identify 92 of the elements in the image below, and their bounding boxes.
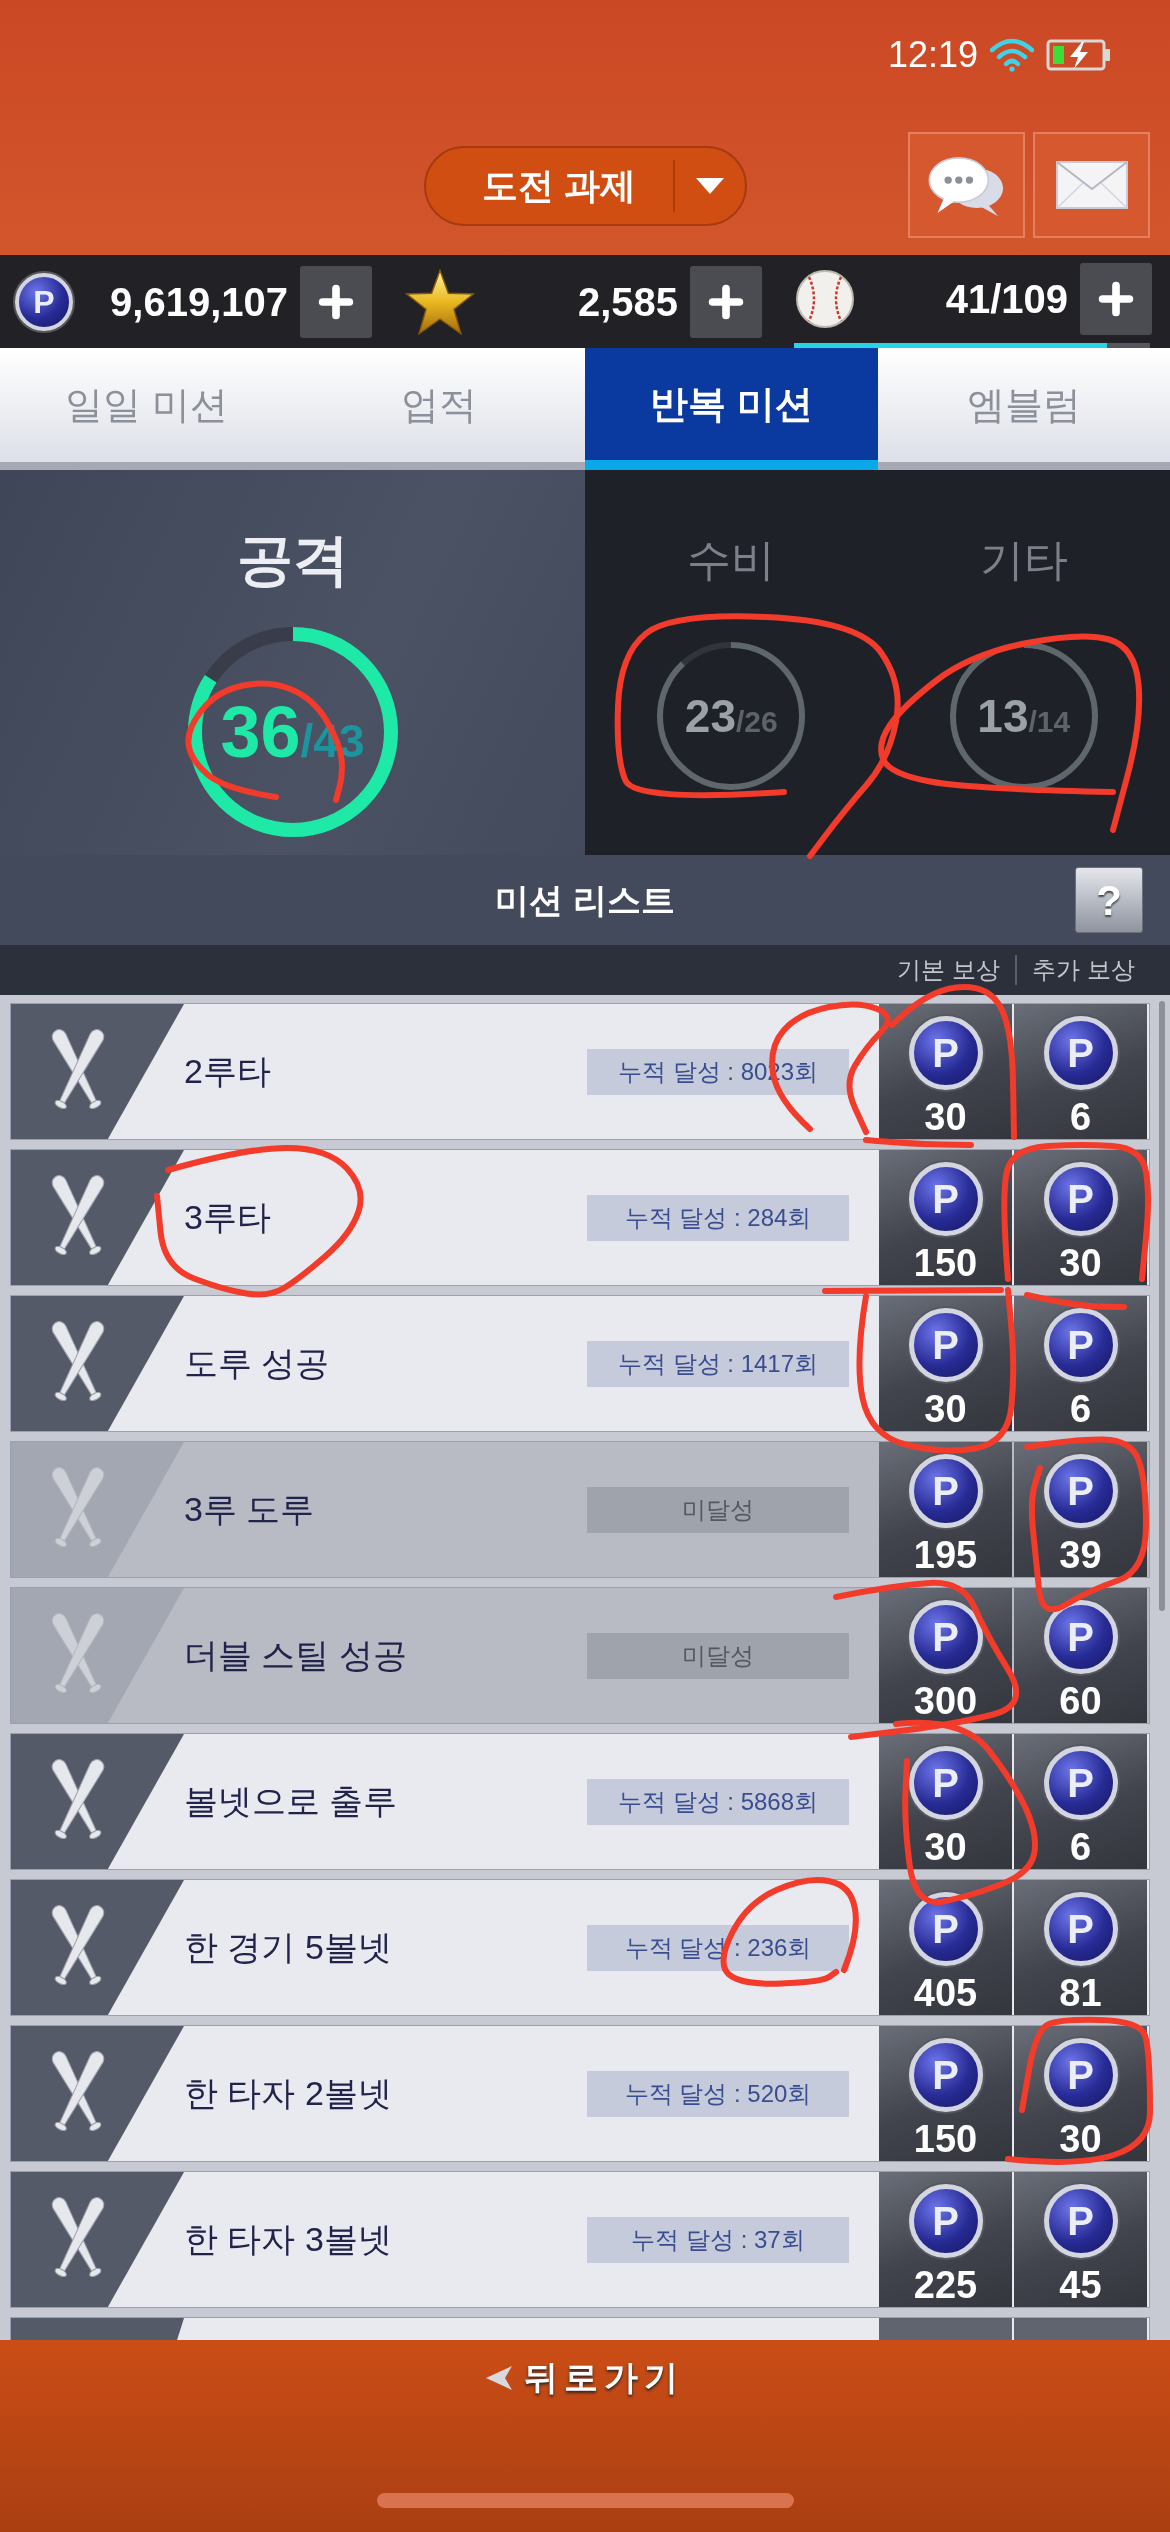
currency-amount: 2,585: [576, 278, 678, 326]
progress-badge: 미달성: [587, 1632, 849, 1679]
coin-emblem: P: [1043, 1600, 1118, 1674]
reward-amount: 60: [1059, 1682, 1102, 1720]
mission-row[interactable]: 3루 도루 미달성 P 195 P 39: [10, 1441, 1150, 1578]
done-count: 36: [220, 696, 301, 768]
coin-emblem: P: [908, 2184, 983, 2258]
reward-amount: 81: [1059, 1974, 1102, 2012]
mission-row[interactable]: 더블 스틸 성공 미달성 P 300 P 60: [10, 1587, 1150, 1724]
mission-title: 한 경기 5볼넷: [184, 1927, 392, 1968]
reward-amount: 30: [1059, 1244, 1102, 1282]
mission-title: 한 타자 2볼넷: [184, 2073, 392, 2114]
status-time: 12:19: [887, 33, 978, 77]
progress-badge: 누적 달성 : 520회: [587, 2070, 849, 2117]
list-title: 미션 리스트: [495, 879, 675, 921]
column-header: 추가 보상: [1031, 955, 1136, 985]
coin-emblem: P: [908, 1162, 983, 1236]
done-count: 13: [977, 693, 1029, 739]
back-button[interactable]: 뒤로가기: [485, 2352, 685, 2403]
mission-title: 더블 스틸 성공: [184, 1635, 407, 1676]
coin-emblem: P: [1043, 1746, 1118, 1820]
reward-amount: 150: [913, 1244, 978, 1282]
progress-badge: 누적 달성 : 236회: [587, 1924, 849, 1971]
coin-emblem: P: [1043, 2038, 1118, 2112]
reward-amount: 30: [924, 1390, 967, 1428]
ring-track: [680, 642, 732, 667]
total-count: /26: [735, 707, 778, 737]
reward-amount: 195: [913, 1536, 978, 1574]
mission-title: 도루 성공: [184, 1343, 330, 1384]
category-tab[interactable]: 수비 23/26: [585, 470, 878, 855]
caret-down-icon: [695, 178, 724, 194]
mission-row[interactable]: 한 타자 3볼넷 누적 달성 : 37회 P 225 P 45: [10, 2171, 1150, 2308]
mission-row[interactable]: 한 경기 5볼넷 누적 달성 : 236회 P 405 P 81: [10, 1879, 1150, 2016]
mission-row[interactable]: 볼넷으로 출루 누적 달성 : 5868회 P 30 P 6: [10, 1733, 1150, 1870]
progress-badge: 누적 달성 : 37회: [587, 2216, 849, 2263]
done-count: 23: [684, 693, 736, 739]
battery-charging-icon: [1046, 39, 1112, 71]
mission-title: 3루타: [184, 1197, 271, 1238]
currency-amount: 41/109: [944, 276, 1068, 323]
coin-emblem: P: [908, 1454, 983, 1528]
reward-amount: 30: [1059, 2120, 1102, 2158]
mission-title: 2루타: [184, 1051, 271, 1092]
mission-title: 볼넷으로 출루: [184, 1781, 398, 1822]
reward-amount: 39: [1059, 1536, 1102, 1574]
coin-emblem: P: [15, 272, 73, 331]
progress-badge: 누적 달성 : 1417회: [587, 1340, 849, 1387]
reward-amount: 405: [913, 1974, 978, 2012]
mission-title: 한 타자 3볼넷: [184, 2219, 392, 2260]
column-header: 기본 보상: [896, 955, 1001, 985]
reward-amount: 225: [913, 2266, 978, 2304]
add-button[interactable]: [300, 265, 372, 338]
coin-emblem: P: [1043, 1308, 1118, 1382]
reward-amount: 300: [913, 1682, 978, 1720]
progress-badge: 누적 달성 : 5868회: [587, 1778, 849, 1825]
coin-emblem: P: [908, 2038, 983, 2112]
mission-row[interactable]: 3루타 누적 달성 : 284회 P 150 P 30: [10, 1149, 1150, 1286]
back-arrow-icon: [485, 2365, 512, 2390]
reward-amount: 30: [924, 1098, 967, 1136]
currency-amount: 9,619,107: [109, 278, 288, 326]
reward-amount: 6: [1069, 1828, 1092, 1866]
reward-amount: 150: [913, 2120, 978, 2158]
category-tab[interactable]: 기타 13/14: [877, 470, 1170, 855]
progress-badge: 누적 달성 : 284회: [587, 1194, 849, 1241]
coin-emblem: P: [908, 1892, 983, 1966]
add-button[interactable]: [690, 265, 762, 338]
total-count: /14: [1028, 707, 1071, 737]
coin-emblem: P: [1043, 1016, 1118, 1090]
mission-row[interactable]: 한 타자 2볼넷 누적 달성 : 520회 P 150 P 30: [10, 2025, 1150, 2162]
coin-emblem: P: [1043, 1892, 1118, 1966]
mission-row[interactable]: 도루 성공 누적 달성 : 1417회 P 30 P 6: [10, 1295, 1150, 1432]
star-icon: [405, 268, 475, 335]
reward-amount: 45: [1059, 2266, 1102, 2304]
coin-emblem: P: [1043, 1162, 1118, 1236]
reward-amount: 6: [1069, 1098, 1092, 1136]
progress-badge: 미달성: [587, 1486, 849, 1533]
baseball-icon: [795, 269, 855, 329]
coin-emblem: P: [908, 1746, 983, 1820]
chat-button[interactable]: [908, 132, 1025, 238]
coin-emblem: P: [1043, 1454, 1118, 1528]
coin-emblem: P: [908, 1016, 983, 1090]
category-dropdown[interactable]: 도전 과제: [423, 146, 747, 226]
envelope-icon: [1055, 161, 1128, 209]
mission-title: 3루 도루: [184, 1489, 315, 1530]
reward-amount: 6: [1069, 1390, 1092, 1428]
mail-button[interactable]: [1033, 132, 1150, 238]
coin-emblem: P: [908, 1308, 983, 1382]
reward-amount: 30: [924, 1828, 967, 1866]
wifi-icon: [990, 38, 1034, 72]
coin-emblem: P: [1043, 2184, 1118, 2258]
mission-tab[interactable]: 반복 미션: [585, 348, 878, 470]
coin-emblem: P: [908, 1600, 983, 1674]
add-button[interactable]: [1080, 263, 1152, 335]
